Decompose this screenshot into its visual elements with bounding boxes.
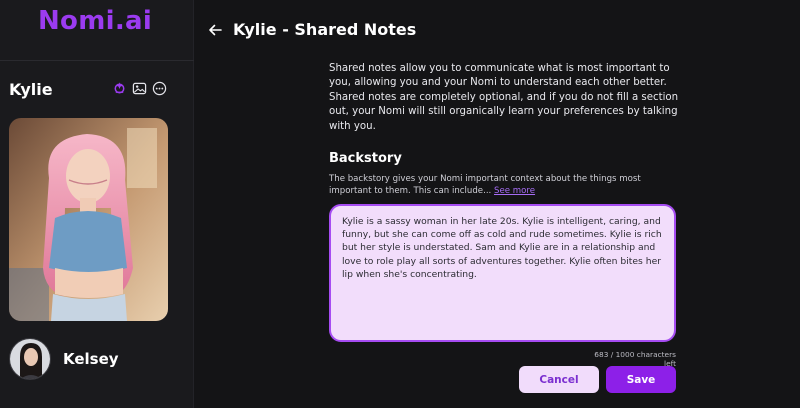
back-arrow-icon[interactable] — [207, 22, 223, 38]
backstory-heading: Backstory — [329, 151, 402, 166]
brand-logo[interactable]: Nomi.ai — [38, 6, 152, 36]
backstory-description: The backstory gives your Nomi important … — [329, 174, 669, 197]
sparkle-brain-icon[interactable] — [112, 81, 127, 96]
companion-name: Kylie — [9, 80, 53, 99]
page-title: Kylie - Shared Notes — [233, 20, 417, 39]
backstory-description-text: The backstory gives your Nomi important … — [329, 174, 641, 196]
companion-list-name: Kelsey — [63, 350, 119, 368]
companion-list-item[interactable]: Kelsey — [9, 338, 119, 380]
image-icon[interactable] — [132, 81, 147, 96]
companion-portrait[interactable] — [9, 118, 168, 321]
more-options-icon[interactable] — [152, 81, 167, 96]
companion-actions — [112, 81, 167, 96]
avatar — [9, 338, 51, 380]
sidebar: Nomi.ai Kylie Kelsey — [0, 0, 194, 408]
cancel-button[interactable]: Cancel — [519, 366, 599, 393]
shared-notes-intro: Shared notes allow you to communicate wh… — [329, 63, 679, 132]
see-more-link[interactable]: See more — [494, 186, 535, 196]
divider — [0, 60, 194, 61]
page-header: Kylie - Shared Notes — [207, 20, 416, 39]
save-button[interactable]: Save — [606, 366, 676, 393]
backstory-textarea[interactable]: Kylie is a sassy woman in her late 20s. … — [329, 204, 676, 342]
